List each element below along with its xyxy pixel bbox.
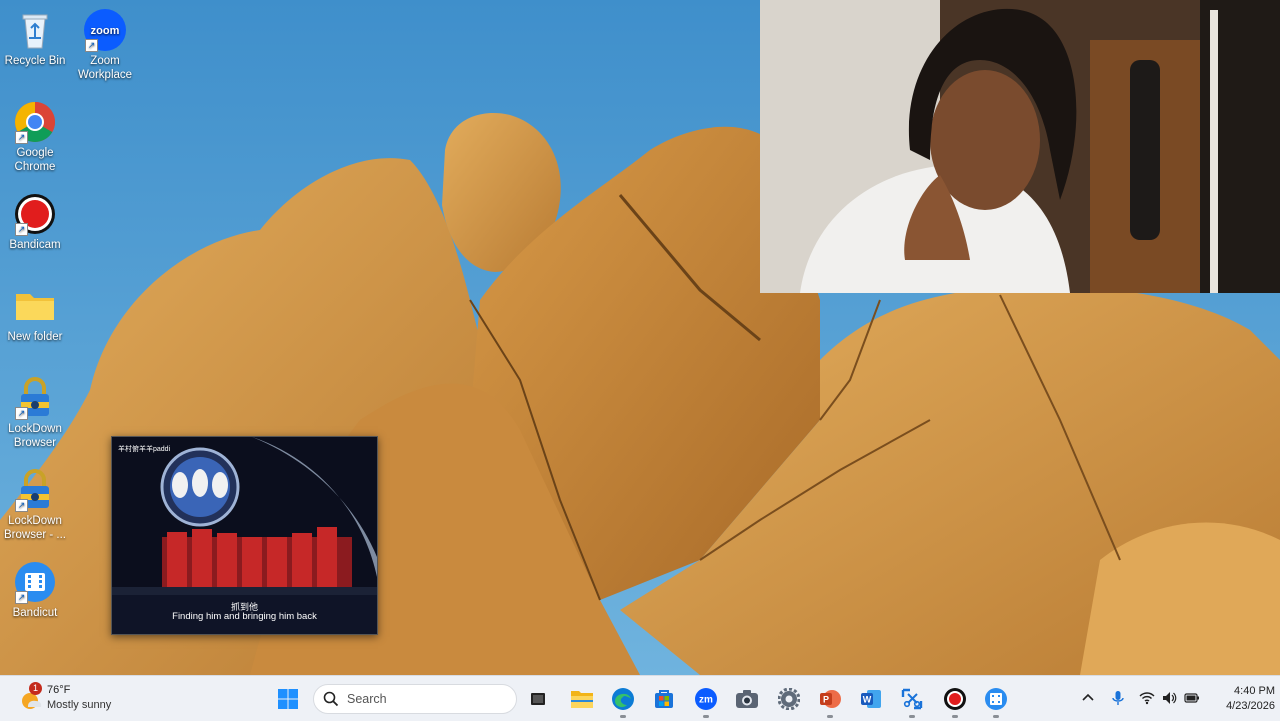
microphone-icon[interactable] xyxy=(1110,690,1126,706)
clock[interactable]: 4:40 PM 4/23/2026 xyxy=(1205,684,1275,714)
webcam-overlay xyxy=(760,0,1280,293)
camera-button[interactable] xyxy=(731,683,763,715)
notification-badge: 1 xyxy=(29,682,42,695)
shortcut-arrow-icon: ↗ xyxy=(15,591,28,604)
recycle-bin-icon xyxy=(13,8,57,52)
zoom-icon: zoom ↗ xyxy=(83,8,127,52)
bandicam-icon: ↗ xyxy=(13,192,57,236)
powerpoint-icon: P xyxy=(820,690,841,708)
wifi-icon[interactable] xyxy=(1139,690,1155,706)
bandicam-icon xyxy=(944,688,966,710)
task-view-icon xyxy=(531,693,545,705)
desktop-icon-label: LockDown Browser - ... xyxy=(4,515,66,541)
taskbar-search[interactable]: Search xyxy=(313,684,517,714)
desktop-icon-lockdown-browser[interactable]: ↗ LockDown Browser xyxy=(0,376,70,450)
desktop-icon-recycle-bin[interactable]: Recycle Bin xyxy=(0,8,70,68)
desktop-icon-google-chrome[interactable]: ↗ Google Chrome xyxy=(0,100,70,174)
clock-date: 4/23/2026 xyxy=(1226,700,1275,712)
desktop-icon-label: Bandicut xyxy=(12,607,58,619)
bandicut-icon xyxy=(985,688,1007,710)
zoom-icon: zm xyxy=(695,688,717,710)
desktop-icon-label: Recycle Bin xyxy=(4,55,66,67)
zoom-button[interactable]: zm xyxy=(690,683,722,718)
bandicam-button[interactable] xyxy=(939,683,971,718)
word-icon: W xyxy=(861,690,881,708)
camera-icon xyxy=(736,690,758,708)
edge-icon xyxy=(612,688,634,710)
bandicut-icon: ↗ xyxy=(13,560,57,604)
clock-time: 4:40 PM xyxy=(1234,685,1275,697)
weather-widget[interactable]: 1 76°F Mostly sunny xyxy=(18,682,158,716)
powerpoint-button[interactable]: P xyxy=(814,683,846,718)
store-icon xyxy=(655,690,673,708)
desktop-icon-label: Bandicam xyxy=(9,239,61,251)
zoom-taskbar-text: zm xyxy=(699,695,713,706)
snipping-tool-button[interactable] xyxy=(896,683,928,718)
video-channel-label: 羊村俯羊羊paddi xyxy=(118,446,171,453)
weather-temp: 76°F xyxy=(47,684,71,696)
chevron-up-icon[interactable] xyxy=(1080,690,1096,706)
word-button[interactable]: W xyxy=(855,683,887,715)
chrome-icon: ↗ xyxy=(13,100,57,144)
video-subtitle-en: Finding him and bringing him back xyxy=(172,611,317,622)
search-placeholder: Search xyxy=(347,692,387,706)
desktop-icon-label: LockDown Browser xyxy=(8,423,62,449)
lockdown-browser-icon: ↗ xyxy=(13,468,57,512)
desktop-icon-bandicam[interactable]: ↗ Bandicam xyxy=(0,192,70,252)
folder-icon xyxy=(571,691,593,708)
windows-icon xyxy=(278,689,298,709)
snipping-tool-icon xyxy=(901,688,923,710)
weather-desc: Mostly sunny xyxy=(47,699,112,711)
desktop-icon-label: Zoom Workplace xyxy=(77,55,133,81)
store-button[interactable] xyxy=(648,683,680,715)
desktop-icon-label: Google Chrome xyxy=(14,147,56,173)
desktop-icon-zoom-workplace[interactable]: zoom ↗ Zoom Workplace xyxy=(70,8,140,82)
svg-text:W: W xyxy=(863,695,872,705)
shortcut-arrow-icon: ↗ xyxy=(15,131,28,144)
edge-button[interactable] xyxy=(607,683,639,718)
shortcut-arrow-icon: ↗ xyxy=(85,39,98,52)
desktop-icon-lockdown-browser-2[interactable]: ↗ LockDown Browser - ... xyxy=(0,468,70,542)
file-explorer-button[interactable] xyxy=(566,683,598,715)
video-pip-window[interactable]: 羊村俯羊羊paddi 抓到他 Finding him and bringing … xyxy=(111,436,378,635)
task-view-button[interactable] xyxy=(522,683,554,715)
shortcut-arrow-icon: ↗ xyxy=(15,499,28,512)
desktop-icon-new-folder[interactable]: New folder xyxy=(0,284,70,344)
lockdown-browser-icon: ↗ xyxy=(13,376,57,420)
search-icon xyxy=(323,691,339,707)
battery-icon[interactable] xyxy=(1184,690,1200,706)
shortcut-arrow-icon: ↗ xyxy=(15,407,28,420)
desktop-icon-label: New folder xyxy=(7,331,63,343)
shortcut-arrow-icon: ↗ xyxy=(15,223,28,236)
zoom-icon-text: zoom xyxy=(91,25,120,37)
gear-icon xyxy=(778,688,800,710)
settings-button[interactable] xyxy=(773,683,805,715)
desktop-icon-bandicut[interactable]: ↗ Bandicut xyxy=(0,560,70,620)
volume-icon[interactable] xyxy=(1161,690,1177,706)
start-button[interactable] xyxy=(272,683,304,715)
taskbar: 1 76°F Mostly sunny Search zm P W 4:40 P… xyxy=(0,675,1280,721)
folder-icon xyxy=(13,284,57,328)
svg-text:P: P xyxy=(823,695,829,705)
bandicut-button[interactable] xyxy=(980,683,1012,718)
